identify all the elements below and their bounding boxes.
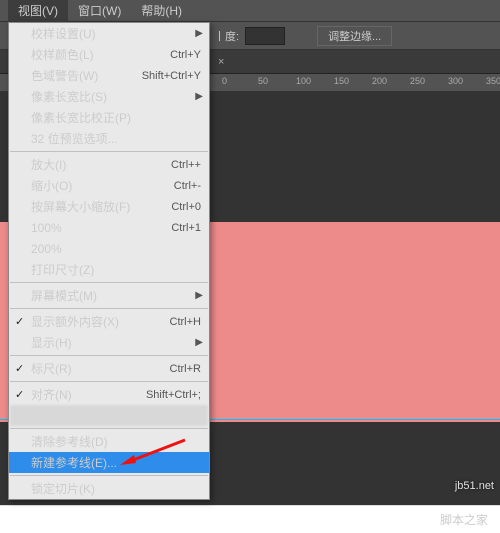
check-icon: ✓ bbox=[15, 388, 24, 401]
menu-item[interactable]: 像素长宽比(S) ▶ bbox=[9, 86, 209, 107]
ruler-tick: 50 bbox=[258, 76, 268, 86]
menu-item[interactable]: 色域警告(W) Shift+Ctrl+Y bbox=[9, 65, 209, 86]
menu-shortcut: Ctrl+1 bbox=[171, 222, 201, 234]
menubar: 视图(V) 窗口(W) 帮助(H) bbox=[0, 0, 500, 22]
menu-shortcut: Ctrl++ bbox=[171, 159, 201, 171]
menu-item-label: 像素长宽比校正(P) bbox=[31, 109, 131, 126]
ruler-tick: 150 bbox=[334, 76, 349, 86]
menu-item[interactable]: 显示(H) ▶ bbox=[9, 332, 209, 353]
menu-shortcut: Ctrl+- bbox=[174, 180, 201, 192]
menu-item-label: 校样设置(U) bbox=[31, 25, 96, 42]
close-icon[interactable]: × bbox=[218, 56, 224, 68]
menu-item-label: 清除参考线(D) bbox=[31, 433, 108, 450]
menu-item[interactable]: ✓ 显示额外内容(X) Ctrl+H bbox=[9, 311, 209, 332]
menu-item-label: 按屏幕大小缩放(F) bbox=[31, 198, 130, 215]
menu-separator bbox=[10, 355, 208, 356]
menu-item[interactable]: 校样设置(U) ▶ bbox=[9, 23, 209, 44]
menu-separator bbox=[10, 151, 208, 152]
menu-item[interactable]: 锁定切片(K) bbox=[9, 478, 209, 499]
menu-separator bbox=[10, 308, 208, 309]
menu-shortcut: Ctrl+R bbox=[170, 363, 201, 375]
menu-item-label: 色域警告(W) bbox=[31, 67, 98, 84]
menu-item-label: 新建参考线(E)... bbox=[31, 454, 117, 471]
submenu-arrow-icon: ▶ bbox=[195, 91, 203, 102]
opacity-input[interactable] bbox=[245, 27, 285, 45]
opacity-label: 丨度: bbox=[214, 28, 239, 44]
menu-item-label: 显示(H) bbox=[31, 334, 72, 351]
ruler-tick: 200 bbox=[372, 76, 387, 86]
menu-item-label: 100% bbox=[31, 221, 62, 235]
submenu-arrow-icon: ▶ bbox=[195, 337, 203, 348]
menu-separator bbox=[10, 475, 208, 476]
ruler-tick: 300 bbox=[448, 76, 463, 86]
menu-shortcut: Ctrl+H bbox=[170, 316, 201, 328]
menu-item-label: 放大(I) bbox=[31, 156, 66, 173]
menu-item-label: 对齐(N) bbox=[31, 386, 72, 403]
menu-item[interactable]: 100% Ctrl+1 bbox=[9, 217, 209, 238]
menu-item-obscured[interactable] bbox=[10, 405, 208, 426]
menu-item[interactable]: 打印尺寸(Z) bbox=[9, 259, 209, 280]
menu-window[interactable]: 窗口(W) bbox=[68, 0, 131, 22]
menu-item[interactable]: 放大(I) Ctrl++ bbox=[9, 154, 209, 175]
menu-item-label: 打印尺寸(Z) bbox=[31, 261, 94, 278]
ruler-tick: 0 bbox=[222, 76, 227, 86]
submenu-arrow-icon: ▶ bbox=[195, 28, 203, 39]
menu-item[interactable]: 按屏幕大小缩放(F) Ctrl+0 bbox=[9, 196, 209, 217]
menu-shortcut: Shift+Ctrl+; bbox=[146, 389, 201, 401]
refine-edge-button[interactable]: 调整边缘... bbox=[317, 26, 392, 46]
check-icon: ✓ bbox=[15, 362, 24, 375]
menu-item[interactable]: 屏幕模式(M) ▶ bbox=[9, 285, 209, 306]
ruler-tick: 350 bbox=[486, 76, 500, 86]
ruler-tick: 100 bbox=[296, 76, 311, 86]
check-icon: ✓ bbox=[15, 315, 24, 328]
menu-separator bbox=[10, 381, 208, 382]
menu-separator bbox=[10, 428, 208, 429]
menu-item[interactable]: ✓ 对齐(N) Shift+Ctrl+; bbox=[9, 384, 209, 405]
menu-item-label: 显示额外内容(X) bbox=[31, 313, 119, 330]
menu-item[interactable]: 校样颜色(L) Ctrl+Y bbox=[9, 44, 209, 65]
menu-item-label: 32 位预览选项... bbox=[31, 130, 118, 147]
menu-item-label: 缩小(O) bbox=[31, 177, 72, 194]
footer-text: 脚本之家 bbox=[440, 511, 488, 528]
menu-item-label: 像素长宽比(S) bbox=[31, 88, 107, 105]
menu-item: 像素长宽比校正(P) bbox=[9, 107, 209, 128]
watermark: jb51.net bbox=[455, 480, 494, 492]
menu-shortcut: Ctrl+Y bbox=[170, 49, 201, 61]
menu-item[interactable]: 缩小(O) Ctrl+- bbox=[9, 175, 209, 196]
menu-item[interactable]: 清除参考线(D) bbox=[9, 431, 209, 452]
menu-shortcut: Ctrl+0 bbox=[171, 201, 201, 213]
menu-item-label: 标尺(R) bbox=[31, 360, 72, 377]
menu-item[interactable]: ✓ 标尺(R) Ctrl+R bbox=[9, 358, 209, 379]
menu-item[interactable]: 200% bbox=[9, 238, 209, 259]
menu-item-label: 200% bbox=[31, 242, 62, 256]
menu-help[interactable]: 帮助(H) bbox=[131, 0, 192, 22]
menu-item[interactable]: 新建参考线(E)... bbox=[9, 452, 209, 473]
menu-item: 32 位预览选项... bbox=[9, 128, 209, 149]
ruler-tick: 250 bbox=[410, 76, 425, 86]
menu-item-label: 屏幕模式(M) bbox=[31, 287, 97, 304]
menu-shortcut: Shift+Ctrl+Y bbox=[142, 70, 201, 82]
menu-view[interactable]: 视图(V) bbox=[8, 0, 68, 22]
page-footer: 脚本之家 bbox=[0, 505, 500, 533]
menu-item-label: 锁定切片(K) bbox=[31, 480, 95, 497]
view-menu-dropdown: 校样设置(U) ▶ 校样颜色(L) Ctrl+Y 色域警告(W) Shift+Ctrl+Y… bbox=[8, 22, 210, 500]
submenu-arrow-icon: ▶ bbox=[195, 290, 203, 301]
menu-separator bbox=[10, 282, 208, 283]
menu-item-label: 校样颜色(L) bbox=[31, 46, 94, 63]
document-tab[interactable]: × bbox=[208, 52, 234, 72]
